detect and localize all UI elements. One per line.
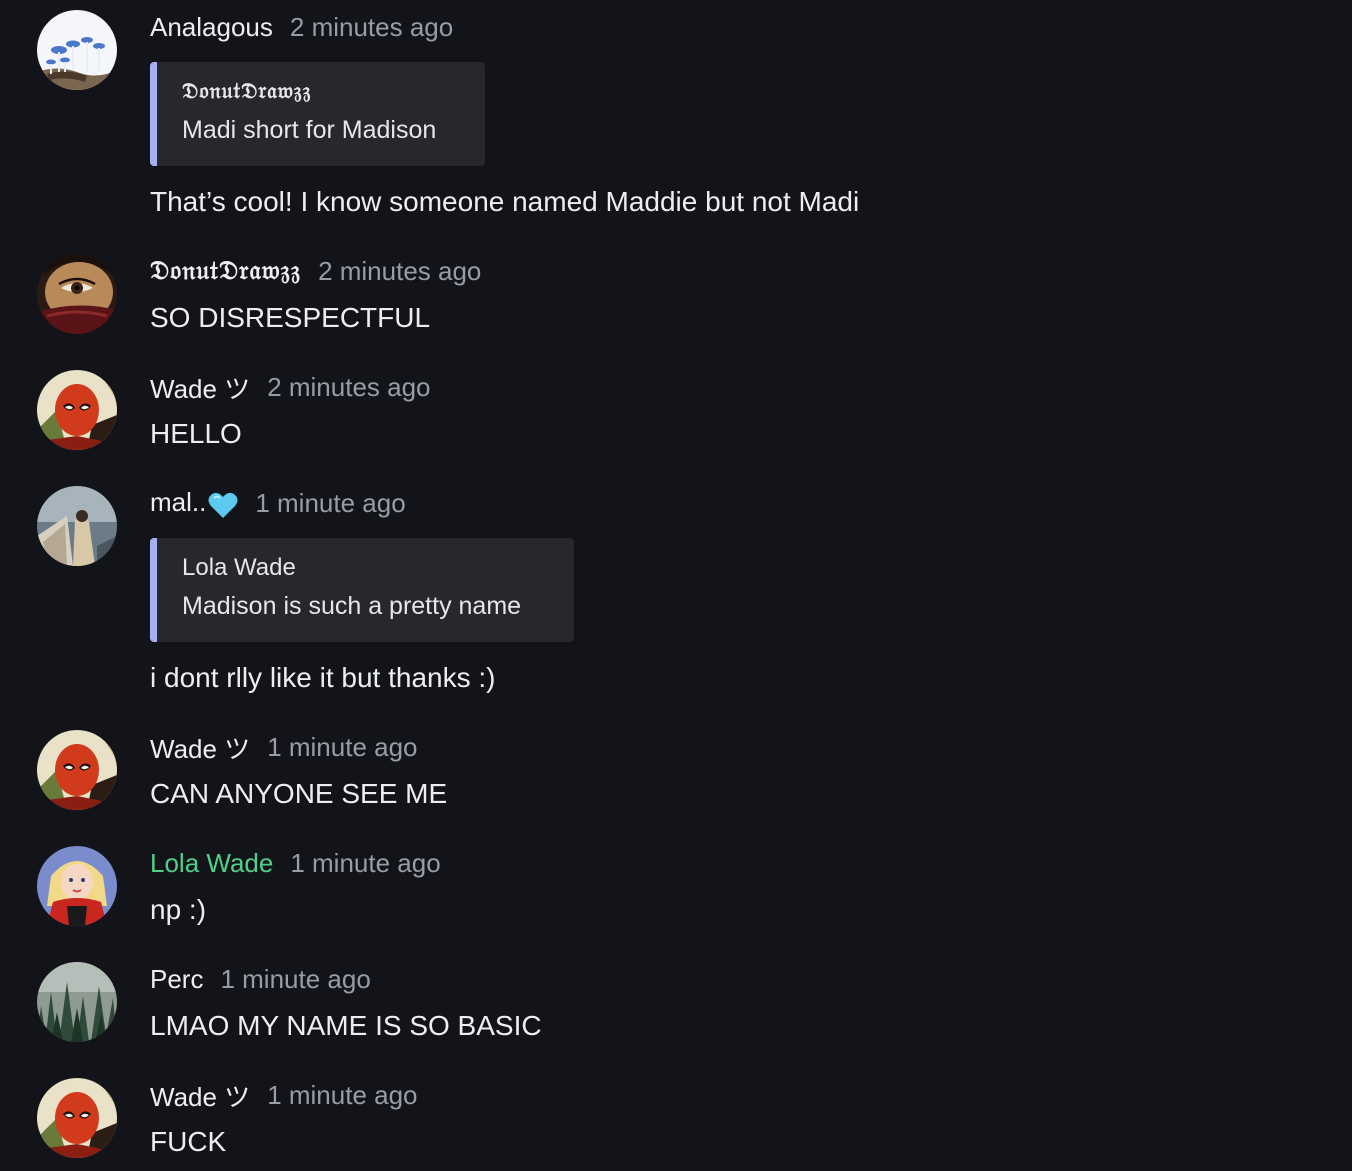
message-text: That’s cool! I know someone named Maddie… [150,186,860,217]
message-header: mal.. 1 minute ago [150,487,406,519]
reply-author: Lola Wade [182,554,296,581]
author-name[interactable]: Wade ツ [150,729,250,766]
author-name[interactable]: Analagous [150,12,273,43]
message-text: FUCK [150,1126,227,1157]
author-name[interactable]: mal.. [150,487,238,518]
message-text: HELLO [150,418,242,449]
reply-text: Madison is such a pretty name [182,592,522,620]
timestamp: 1 minute ago [255,487,406,518]
message-header: 𝔇𝔬𝔫𝔲𝔱𝔇𝔯𝔞𝔴𝔷𝔷 2 minutes ago [150,255,481,287]
message-text: i dont rlly like it but thanks :) [150,662,496,693]
author-name[interactable]: Wade ツ [150,369,250,406]
forest-avatar[interactable] [37,962,117,1042]
deadpool-avatar[interactable] [37,1078,117,1158]
reply-quote[interactable]: Lola Wade Madison is such a pretty name [150,538,574,642]
person-photo-avatar[interactable] [37,486,117,566]
timestamp: 2 minutes ago [289,11,454,42]
message-text: np :) [150,894,207,925]
message-header: Wade ツ 2 minutes ago [150,369,431,406]
timestamp: 2 minutes ago [267,371,431,402]
timestamp: 1 minute ago [267,731,418,762]
lady-deadpool-avatar[interactable] [37,846,117,926]
author-name[interactable]: 𝔇𝔬𝔫𝔲𝔱𝔇𝔯𝔞𝔴𝔷𝔷 [150,256,301,287]
message-header: Analagous 2 minutes ago [150,11,453,43]
light-blue-heart-icon [208,492,238,518]
timestamp: 1 minute ago [267,1079,418,1110]
message-header: Perc 1 minute ago [150,963,371,995]
reply-author: 𝔇𝔬𝔫𝔲𝔱𝔇𝔯𝔞𝔴𝔷𝔷 [182,78,312,104]
message-header: Lola Wade 1 minute ago [150,847,441,879]
message-text: CAN ANYONE SEE ME [150,778,448,809]
timestamp: 1 minute ago [220,963,371,994]
message-text: SO DISRESPECTFUL [150,302,431,333]
message-header: Wade ツ 1 minute ago [150,1077,418,1114]
reply-text: Madi short for Madison [182,116,437,144]
timestamp: 1 minute ago [290,847,441,878]
face-eye-avatar[interactable] [37,254,117,334]
author-name[interactable]: Lola Wade [150,848,273,879]
message-header: Wade ツ 1 minute ago [150,729,418,766]
reply-quote[interactable]: 𝔇𝔬𝔫𝔲𝔱𝔇𝔯𝔞𝔴𝔷𝔷 Madi short for Madison [150,62,485,166]
author-name[interactable]: Perc [150,964,203,995]
timestamp: 2 minutes ago [318,255,482,286]
author-name-text: mal.. [150,487,207,518]
deadpool-avatar[interactable] [37,370,117,450]
message-text: LMAO MY NAME IS SO BASIC [150,1010,542,1041]
deadpool-avatar[interactable] [37,730,117,810]
author-name[interactable]: Wade ツ [150,1077,250,1114]
mushroom-avatar[interactable] [37,10,117,90]
